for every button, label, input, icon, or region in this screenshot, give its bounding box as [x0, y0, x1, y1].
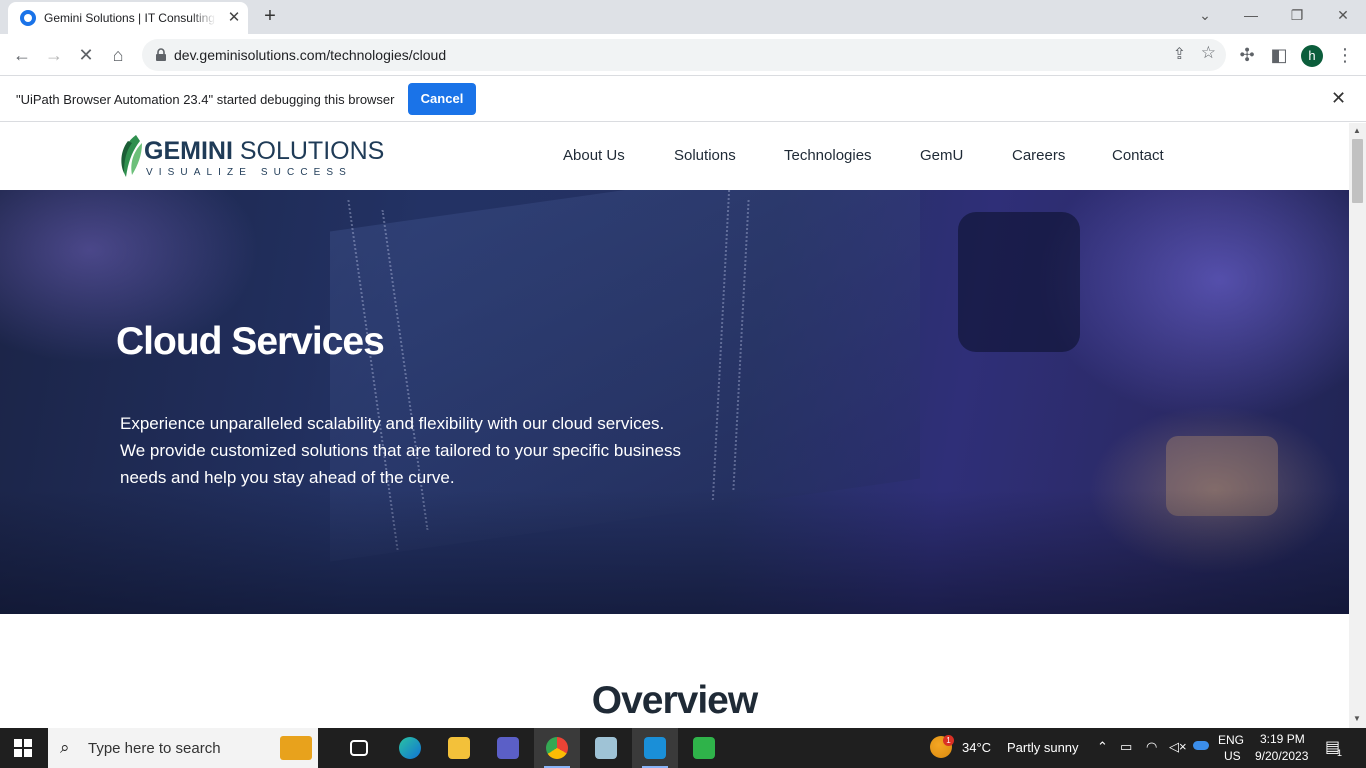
scroll-down-icon[interactable]: ▼ [1353, 714, 1361, 723]
notification-count: 1 [1337, 748, 1343, 758]
hero-description: Experience unparalleled scalability and … [120, 414, 681, 487]
back-icon[interactable]: ← [9, 42, 35, 68]
site-header: GEMINI SOLUTIONS VISUALIZE SUCCESS About… [0, 123, 1349, 190]
home-icon[interactable]: ⌂ [105, 42, 131, 68]
url-text: dev.geminisolutions.com/technologies/clo… [174, 47, 447, 63]
clock-time[interactable]: 3:19 PM [1260, 732, 1305, 746]
uipath-studio-icon[interactable] [632, 728, 678, 768]
cancel-debugging-button[interactable]: Cancel [408, 83, 476, 115]
nav-about-us[interactable]: About Us [563, 147, 625, 164]
logo-tagline: VISUALIZE SUCCESS [146, 167, 352, 178]
hero-banner: Cloud Services Experience unparalleled s… [0, 190, 1349, 614]
notepad-app-icon[interactable] [583, 728, 629, 768]
briefcase-icon [280, 736, 312, 760]
onedrive-icon[interactable] [1193, 741, 1209, 750]
restore-button[interactable]: ❐ [1274, 0, 1320, 32]
wifi-icon[interactable]: ◠ [1146, 739, 1157, 755]
uipath-assistant-icon[interactable] [681, 728, 727, 768]
forward-icon[interactable]: → [41, 42, 67, 68]
teams-app-icon[interactable] [485, 728, 531, 768]
infobar-close-icon[interactable]: ✕ [1331, 88, 1346, 109]
overview-heading: Overview [591, 679, 758, 722]
tab-close-icon[interactable]: ✕ [224, 8, 244, 28]
chrome-app-icon[interactable] [534, 728, 580, 768]
tab-strip: Gemini Solutions | IT Consulting ✕ + ⌄ —… [0, 0, 1366, 34]
browser-tab[interactable]: Gemini Solutions | IT Consulting ✕ [8, 2, 248, 34]
nav-technologies[interactable]: Technologies [784, 147, 872, 164]
language-indicator[interactable]: ENG [1218, 733, 1244, 747]
side-panel-icon[interactable]: ◧ [1266, 42, 1292, 68]
search-icon: ⌕ [60, 738, 70, 757]
leaf-logo-icon [121, 135, 142, 177]
windows-start-icon[interactable] [14, 739, 32, 757]
new-tab-button[interactable]: + [258, 5, 282, 29]
taskbar-search-box[interactable]: ⌕ Type here to search [48, 728, 318, 768]
nav-careers[interactable]: Careers [1012, 147, 1065, 164]
show-hidden-icons-icon[interactable]: ⌃ [1097, 739, 1108, 755]
clock-date[interactable]: 9/20/2023 [1255, 749, 1308, 763]
web-page: GEMINI SOLUTIONS VISUALIZE SUCCESS About… [0, 123, 1349, 728]
bookmark-star-icon[interactable]: ☆ [1201, 43, 1216, 63]
hero-bottle-image [958, 212, 1080, 352]
tab-search-chevron-icon[interactable]: ⌄ [1182, 0, 1228, 32]
hero-title: Cloud Services [116, 320, 385, 363]
logo-wordmark: GEMINI SOLUTIONS [144, 137, 385, 165]
weather-text[interactable]: Partly sunny [1007, 740, 1079, 755]
nav-contact[interactable]: Contact [1112, 147, 1164, 164]
region-indicator[interactable]: US [1224, 749, 1241, 763]
volume-muted-icon[interactable]: ◁× [1169, 739, 1187, 755]
share-icon[interactable]: ⇪ [1173, 44, 1186, 64]
browser-toolbar: ← → ✕ ⌂ dev.geminisolutions.com/technolo… [0, 34, 1366, 76]
stop-loading-icon[interactable]: ✕ [73, 42, 99, 68]
extensions-icon[interactable]: ✣ [1234, 42, 1260, 68]
scroll-up-icon[interactable]: ▲ [1353, 126, 1361, 135]
profile-avatar[interactable]: h [1301, 45, 1323, 67]
address-bar[interactable]: dev.geminisolutions.com/technologies/clo… [142, 39, 1226, 71]
scrollbar-thumb[interactable] [1352, 139, 1363, 203]
lock-icon [156, 48, 166, 61]
file-explorer-icon[interactable] [436, 728, 482, 768]
tab-title: Gemini Solutions | IT Consulting [44, 11, 215, 25]
nav-gemu[interactable]: GemU [920, 147, 963, 164]
battery-icon[interactable]: ▭ [1120, 739, 1132, 755]
site-favicon-icon [20, 10, 36, 26]
weather-badge: 1 [943, 735, 954, 746]
edge-app-icon[interactable] [387, 728, 433, 768]
nav-solutions[interactable]: Solutions [674, 147, 736, 164]
taskbar-search-placeholder: Type here to search [88, 740, 221, 757]
page-scrollbar[interactable]: ▲ ▼ [1349, 123, 1366, 728]
windows-taskbar: ⌕ Type here to search 1 34°C Partly sunn… [0, 728, 1366, 768]
close-window-button[interactable]: ✕ [1320, 0, 1366, 32]
debugging-infobar: "UiPath Browser Automation 23.4" started… [0, 76, 1366, 122]
menu-kebab-icon[interactable]: ⋮ [1332, 42, 1358, 68]
minimize-button[interactable]: — [1228, 0, 1274, 32]
weather-temp[interactable]: 34°C [962, 740, 991, 755]
hero-shade [0, 490, 1349, 614]
task-view-icon[interactable] [336, 728, 382, 768]
infobar-message: "UiPath Browser Automation 23.4" started… [16, 92, 395, 107]
site-logo[interactable]: GEMINI SOLUTIONS VISUALIZE SUCCESS [116, 131, 384, 183]
